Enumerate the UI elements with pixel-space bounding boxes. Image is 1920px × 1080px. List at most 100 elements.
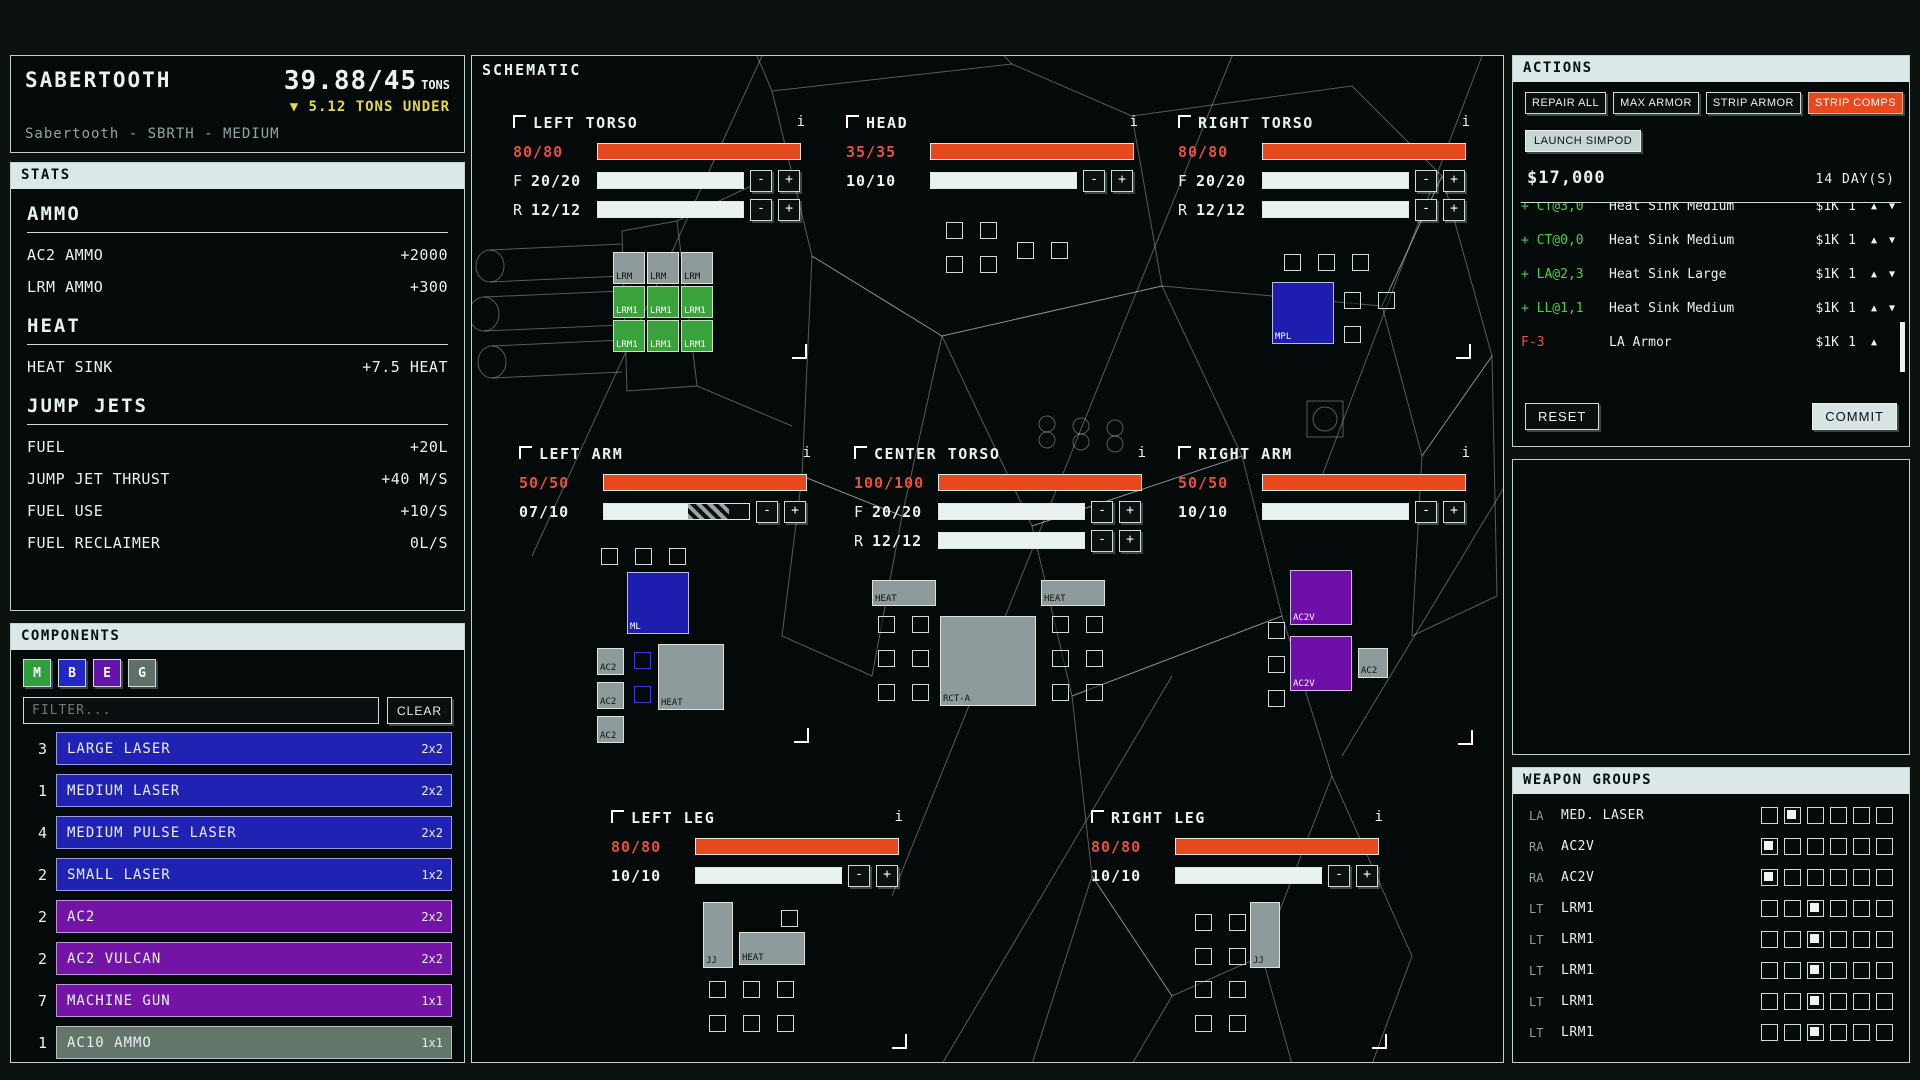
weapon-group-checkbox[interactable] (1830, 838, 1847, 855)
increase-button[interactable]: + (778, 170, 800, 192)
increase-button[interactable]: + (1119, 530, 1141, 552)
empty-slot[interactable] (743, 1015, 760, 1032)
empty-slot[interactable] (1052, 616, 1069, 633)
empty-slot[interactable] (777, 981, 794, 998)
empty-slot[interactable] (912, 616, 929, 633)
weapon-group-checkbox[interactable] (1784, 962, 1801, 979)
empty-slot[interactable] (1086, 684, 1103, 701)
module-jump-jet[interactable]: JJ (1250, 902, 1280, 968)
weapon-group-checkbox[interactable] (1853, 838, 1870, 855)
module-reactor[interactable]: RCT-A (940, 616, 1036, 706)
empty-slot[interactable] (1195, 981, 1212, 998)
weapon-group-checkbox[interactable] (1830, 931, 1847, 948)
weapon-group-checkbox[interactable] (1761, 1024, 1778, 1041)
empty-slot[interactable] (1195, 1015, 1212, 1032)
launch-simpod-button[interactable]: LAUNCH SIMPOD (1525, 130, 1641, 152)
module-heat-sink[interactable]: HEAT (739, 932, 805, 965)
qty-up-icon[interactable]: ▲ (1865, 235, 1883, 246)
increase-button[interactable]: + (876, 865, 898, 887)
empty-slot[interactable] (980, 222, 997, 239)
increase-button[interactable]: + (1356, 865, 1378, 887)
empty-slot[interactable] (1052, 684, 1069, 701)
module-lrm1[interactable]: LRM1 (613, 320, 645, 352)
empty-slot[interactable] (912, 684, 929, 701)
list-item[interactable]: 2 AC22x2 (17, 900, 452, 933)
module-ac2v[interactable]: AC2V (1290, 636, 1352, 691)
list-item[interactable]: 1 MEDIUM LASER2x2 (17, 774, 452, 807)
info-icon[interactable]: i (1130, 114, 1138, 130)
empty-slot[interactable] (635, 548, 652, 565)
weapon-group-checkbox[interactable] (1784, 838, 1801, 855)
weapon-group-checkbox[interactable] (1807, 838, 1824, 855)
module-heat-sink[interactable]: HEAT (1041, 580, 1105, 606)
weapon-group-checkbox[interactable] (1830, 869, 1847, 886)
clear-filter-button[interactable]: CLEAR (387, 697, 452, 724)
empty-slot[interactable] (709, 981, 726, 998)
empty-slot[interactable] (1344, 326, 1361, 343)
increase-button[interactable]: + (784, 501, 806, 523)
qty-down-icon[interactable]: ▼ (1883, 202, 1901, 212)
empty-slot[interactable] (634, 652, 651, 669)
weapon-group-checkbox[interactable] (1830, 993, 1847, 1010)
empty-slot[interactable] (601, 548, 618, 565)
empty-slot[interactable] (1378, 292, 1395, 309)
weapon-group-checkbox[interactable] (1761, 993, 1778, 1010)
weapon-group-checkbox[interactable] (1830, 900, 1847, 917)
info-icon[interactable]: i (1462, 114, 1470, 130)
weapon-group-checkbox[interactable] (1807, 900, 1824, 917)
weapon-group-checkbox[interactable] (1853, 962, 1870, 979)
weapon-group-checkbox[interactable] (1807, 807, 1824, 824)
weapon-group-checkbox[interactable] (1761, 869, 1778, 886)
decrease-button[interactable]: - (1091, 501, 1113, 523)
decrease-button[interactable]: - (1328, 865, 1350, 887)
weapon-group-checkbox[interactable] (1830, 962, 1847, 979)
filter-ballistic-button[interactable]: B (58, 659, 86, 687)
empty-slot[interactable] (743, 981, 760, 998)
weapon-group-checkbox[interactable] (1853, 931, 1870, 948)
empty-slot[interactable] (878, 684, 895, 701)
module-lrm1[interactable]: LRM1 (647, 286, 679, 318)
weapon-group-checkbox[interactable] (1876, 1024, 1893, 1041)
empty-slot[interactable] (1268, 690, 1285, 707)
list-item[interactable]: 7 MACHINE GUN1x1 (17, 984, 452, 1017)
empty-slot[interactable] (1052, 650, 1069, 667)
module-heat-sink[interactable]: HEAT (872, 580, 936, 606)
empty-slot[interactable] (946, 256, 963, 273)
module-ac2[interactable]: AC2 (1358, 648, 1388, 678)
empty-slot[interactable] (1352, 254, 1369, 271)
increase-button[interactable]: + (1443, 199, 1465, 221)
empty-slot[interactable] (1268, 622, 1285, 639)
decrease-button[interactable]: - (756, 501, 778, 523)
empty-slot[interactable] (1229, 1015, 1246, 1032)
weapon-group-checkbox[interactable] (1784, 807, 1801, 824)
module-lrm1[interactable]: LRM1 (647, 320, 679, 352)
strip-comps-button[interactable]: STRIP COMPS (1808, 92, 1903, 114)
weapon-group-checkbox[interactable] (1807, 993, 1824, 1010)
weapon-group-checkbox[interactable] (1876, 869, 1893, 886)
list-item[interactable]: 1 AC10 AMMO1x1 (17, 1026, 452, 1059)
weapon-group-checkbox[interactable] (1807, 962, 1824, 979)
module-jump-jet[interactable]: JJ (703, 902, 733, 968)
list-item[interactable]: 2 SMALL LASER1x2 (17, 858, 452, 891)
increase-button[interactable]: + (778, 199, 800, 221)
transaction-scrollbar[interactable] (1900, 322, 1905, 372)
qty-up-icon[interactable]: ▲ (1865, 337, 1883, 348)
module-ac2[interactable]: AC2 (597, 648, 624, 675)
decrease-button[interactable]: - (750, 199, 772, 221)
decrease-button[interactable]: - (1415, 199, 1437, 221)
empty-slot[interactable] (777, 1015, 794, 1032)
module-ml[interactable]: ML (627, 572, 689, 634)
module-lrm1[interactable]: LRM1 (681, 320, 713, 352)
list-item[interactable]: 3 LARGE LASER2x2 (17, 732, 452, 765)
weapon-group-checkbox[interactable] (1761, 900, 1778, 917)
weapon-group-checkbox[interactable] (1761, 931, 1778, 948)
max-armor-button[interactable]: MAX ARMOR (1613, 92, 1699, 114)
weapon-group-checkbox[interactable] (1807, 1024, 1824, 1041)
empty-slot[interactable] (980, 256, 997, 273)
weapon-group-checkbox[interactable] (1784, 931, 1801, 948)
filter-energy-button[interactable]: E (93, 659, 121, 687)
qty-up-icon[interactable]: ▲ (1865, 303, 1883, 314)
increase-button[interactable]: + (1119, 501, 1141, 523)
weapon-group-checkbox[interactable] (1853, 900, 1870, 917)
empty-slot[interactable] (1229, 914, 1246, 931)
